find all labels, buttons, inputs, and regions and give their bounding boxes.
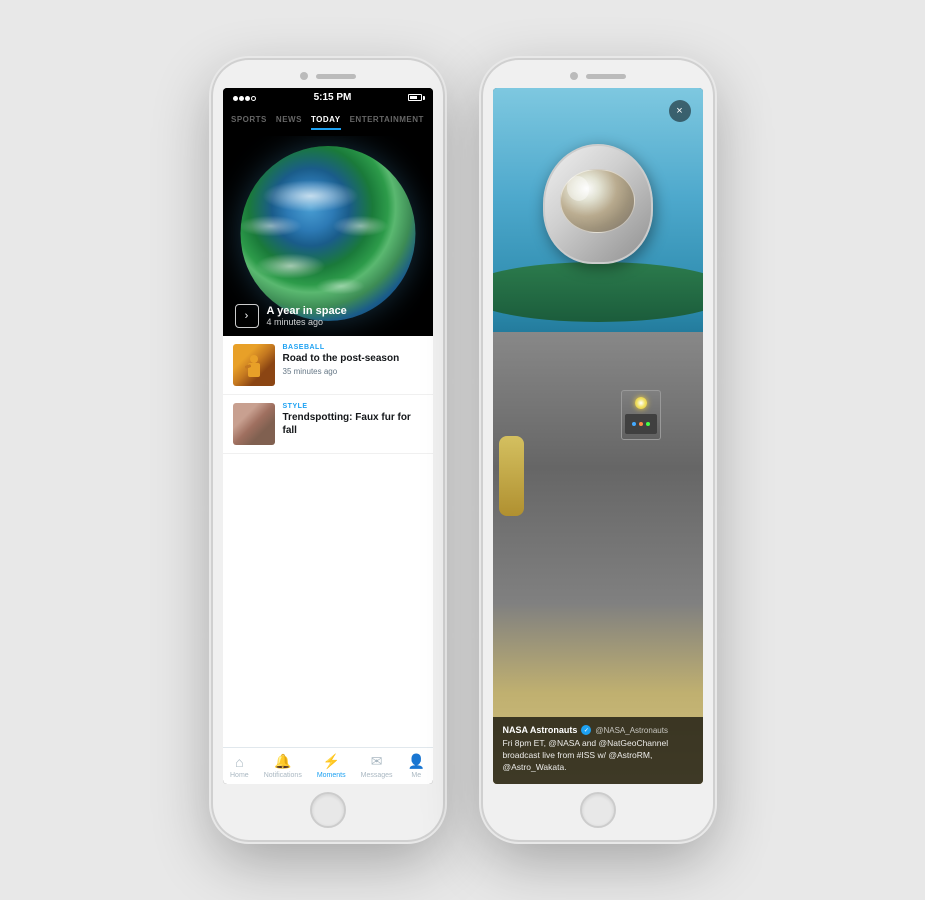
verified-badge: ✓ [581, 725, 591, 735]
left-phone: 5:15 PM SPORTS NEWS TODAY ENTERTAINMENT … [213, 60, 443, 840]
battery-fill [410, 96, 417, 99]
feed-category-style: STYLE [283, 403, 423, 410]
feed-headline-style: Trendspotting: Faux fur for fall [283, 411, 423, 437]
nav-label-me: Me [411, 772, 421, 779]
story-title: A year in space [267, 305, 347, 317]
feed-text-style: STYLE Trendspotting: Faux fur for fall [283, 403, 423, 437]
nav-label-home: Home [230, 772, 249, 779]
lightning-icon: ⚡ [323, 753, 340, 770]
feed-headline-baseball: Road to the post-season [283, 352, 423, 365]
nav-label-notifications: Notifications [264, 772, 302, 779]
bell-icon: 🔔 [274, 753, 291, 770]
speaker-left [316, 74, 356, 79]
home-button-left[interactable] [310, 792, 346, 828]
ctrl-dot-orange [639, 422, 643, 426]
nav-home[interactable]: ⌂ Home [230, 754, 249, 779]
tweet-author-name: NASA Astronauts [503, 725, 578, 735]
tweet-user-row: NASA Astronauts ✓ @NASA_Astronauts [503, 725, 693, 735]
equipment-light [635, 397, 647, 409]
feed-container: BASEBALL Road to the post-season 35 minu… [223, 336, 433, 747]
phone-top-left [213, 60, 443, 80]
tab-entertainment[interactable]: ENTERTAINMENT [350, 113, 424, 130]
earth-hero[interactable]: › A year in space 4 minutes ago [223, 136, 433, 336]
feed-age-baseball: 35 minutes ago [283, 367, 423, 376]
home-icon: ⌂ [235, 754, 243, 770]
visor-reflection [564, 174, 591, 203]
baseball-player-icon [240, 351, 268, 379]
equipment-controls [625, 414, 657, 434]
feed-category-baseball: BASEBALL [283, 344, 423, 351]
baseball-image [233, 344, 275, 386]
chest-equipment [621, 390, 661, 440]
ctrl-dot-green [646, 422, 650, 426]
tweet-overlay: NASA Astronauts ✓ @NASA_Astronauts Fri 8… [493, 717, 703, 784]
style-image [233, 403, 275, 445]
nav-label-moments: Moments [317, 772, 346, 779]
helmet-visor [560, 169, 634, 233]
ctrl-dot-blue [632, 422, 636, 426]
status-time: 5:15 PM [314, 92, 352, 103]
tab-today[interactable]: TODAY [311, 113, 341, 130]
front-camera-left [300, 72, 308, 80]
left-screen: 5:15 PM SPORTS NEWS TODAY ENTERTAINMENT … [223, 88, 433, 784]
story-arrow-button[interactable]: › [235, 304, 259, 328]
earth-curve [493, 262, 703, 322]
phone-top-right [483, 60, 713, 80]
person-icon: 👤 [408, 753, 425, 770]
battery-indicator [408, 94, 422, 101]
front-camera-right [570, 72, 578, 80]
tweet-handle: @NASA_Astronauts [595, 726, 668, 735]
home-button-right[interactable] [580, 792, 616, 828]
feed-thumb-baseball [233, 344, 275, 386]
feed-thumb-style [233, 403, 275, 445]
status-bar-left: 5:15 PM [223, 88, 433, 107]
helmet-outer [543, 144, 653, 264]
suit-arm [499, 436, 524, 516]
earth-image [240, 146, 415, 321]
nav-me[interactable]: 👤 Me [408, 753, 425, 779]
bottom-nav: ⌂ Home 🔔 Notifications ⚡ Moments ✉ Messa… [223, 747, 433, 784]
story-time: 4 minutes ago [267, 317, 347, 327]
feed-item-style[interactable]: STYLE Trendspotting: Faux fur for fall [223, 395, 433, 454]
feed-item-baseball[interactable]: BASEBALL Road to the post-season 35 minu… [223, 336, 433, 395]
feed-text-baseball: BASEBALL Road to the post-season 35 minu… [283, 344, 423, 376]
tweet-content: Fri 8pm ET, @NASA and @NatGeoChannel bro… [503, 738, 693, 774]
helmet-container [543, 144, 653, 264]
nav-messages[interactable]: ✉ Messages [361, 753, 393, 779]
speaker-right [586, 74, 626, 79]
suit-body [493, 332, 703, 784]
close-button[interactable]: × [669, 100, 691, 122]
story-navigation: › A year in space 4 minutes ago [235, 304, 347, 328]
battery-icon [408, 94, 422, 101]
right-screen: × NASA Astronauts ✓ @NASA_Astronauts Fri… [493, 88, 703, 784]
tab-news[interactable]: NEWS [276, 113, 302, 130]
nav-moments[interactable]: ⚡ Moments [317, 753, 346, 779]
right-phone: × NASA Astronauts ✓ @NASA_Astronauts Fri… [483, 60, 713, 840]
nav-notifications[interactable]: 🔔 Notifications [264, 753, 302, 779]
tab-sports[interactable]: SPORTS [231, 113, 267, 130]
moments-tab-bar: SPORTS NEWS TODAY ENTERTAINMENT [223, 107, 433, 136]
story-info: A year in space 4 minutes ago [267, 305, 347, 327]
nav-label-messages: Messages [361, 772, 393, 779]
envelope-icon: ✉ [371, 753, 383, 770]
signal-dots [233, 93, 257, 103]
